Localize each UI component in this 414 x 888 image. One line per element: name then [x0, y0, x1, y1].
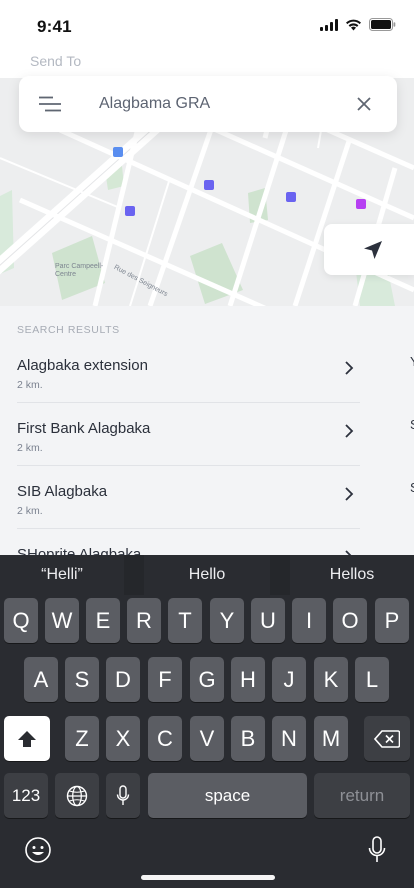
navigation-arrow-icon	[364, 241, 382, 259]
backspace-icon	[374, 729, 400, 748]
key-x[interactable]: X	[106, 716, 140, 761]
key-z[interactable]: Z	[65, 716, 99, 761]
search-bar	[19, 76, 397, 132]
map-marker[interactable]	[113, 147, 123, 157]
park-label: Parc Campeell- Centre	[55, 263, 104, 278]
map-marker[interactable]	[204, 180, 214, 190]
list-item[interactable]: SHoprite Alagbaka	[17, 529, 360, 555]
result-name: First Bank Alagbaka	[17, 420, 151, 437]
status-icons	[320, 18, 396, 31]
key-c[interactable]: C	[148, 716, 182, 761]
suggestion-item[interactable]: Hellos	[290, 555, 414, 595]
suggestion-item[interactable]: Hello	[144, 555, 270, 595]
chevron-right-icon	[345, 487, 354, 501]
key-i[interactable]: I	[292, 598, 326, 643]
list-item[interactable]: Alagbaka extension 2 km.	[17, 340, 360, 403]
key-u[interactable]: U	[251, 598, 285, 643]
map-marker[interactable]	[286, 192, 296, 202]
result-name: SIB Alagbaka	[17, 483, 108, 500]
emoji-icon[interactable]	[24, 836, 52, 864]
next-column-peek: S	[410, 480, 414, 495]
status-bar: 9:41	[0, 0, 414, 52]
next-column-peek: Y	[410, 354, 414, 369]
key-p[interactable]: P	[375, 598, 409, 643]
navigate-button[interactable]	[324, 224, 414, 275]
list-item[interactable]: SIB Alagbaka 2 km.	[17, 466, 360, 529]
wifi-icon	[346, 19, 361, 30]
menu-icon[interactable]	[39, 96, 61, 112]
space-key[interactable]: space	[148, 773, 307, 818]
globe-key[interactable]	[55, 773, 99, 818]
map-marker[interactable]	[125, 206, 135, 216]
key-w[interactable]: W	[45, 598, 79, 643]
key-s[interactable]: S	[65, 657, 99, 702]
key-m[interactable]: M	[314, 716, 348, 761]
suggestion-divider	[124, 555, 144, 595]
chevron-right-icon	[345, 424, 354, 438]
key-a[interactable]: A	[24, 657, 58, 702]
result-name: SHoprite Alagbaka	[17, 546, 142, 555]
key-y[interactable]: Y	[210, 598, 244, 643]
list-item[interactable]: First Bank Alagbaka 2 km.	[17, 403, 360, 466]
battery-icon	[369, 18, 396, 31]
microphone-icon[interactable]	[368, 836, 386, 864]
search-results-panel: SEARCH RESULTS Alagbaka extension 2 km. …	[0, 306, 414, 555]
shift-key[interactable]	[4, 716, 50, 761]
result-name: Alagbaka extension	[17, 357, 148, 374]
key-j[interactable]: J	[272, 657, 306, 702]
result-distance: 2 km.	[17, 379, 43, 391]
key-f[interactable]: F	[148, 657, 182, 702]
key-d[interactable]: D	[106, 657, 140, 702]
suggestion-divider	[270, 555, 290, 595]
keyboard: “Helli” Hello Hellos Q W E R T Y U I O P…	[0, 555, 414, 888]
suggestion-item[interactable]: “Helli”	[0, 555, 124, 595]
next-column-peek: S	[410, 417, 414, 432]
key-k[interactable]: K	[314, 657, 348, 702]
key-q[interactable]: Q	[4, 598, 38, 643]
key-l[interactable]: L	[355, 657, 389, 702]
return-key[interactable]: return	[314, 773, 410, 818]
backspace-key[interactable]	[364, 716, 410, 761]
key-e[interactable]: E	[86, 598, 120, 643]
dictation-key[interactable]	[106, 773, 140, 818]
key-r[interactable]: R	[127, 598, 161, 643]
search-input[interactable]	[99, 93, 339, 115]
key-t[interactable]: T	[168, 598, 202, 643]
key-o[interactable]: O	[333, 598, 367, 643]
key-n[interactable]: N	[272, 716, 306, 761]
key-h[interactable]: H	[231, 657, 265, 702]
close-icon[interactable]	[355, 95, 373, 113]
chevron-right-icon	[345, 361, 354, 375]
home-indicator	[141, 875, 275, 880]
numbers-key[interactable]: 123	[4, 773, 48, 818]
key-v[interactable]: V	[190, 716, 224, 761]
send-to-label: Send To	[30, 53, 82, 69]
microphone-icon	[116, 784, 130, 805]
shift-icon	[18, 730, 36, 747]
result-distance: 2 km.	[17, 442, 43, 454]
key-b[interactable]: B	[231, 716, 265, 761]
status-time: 9:41	[37, 17, 72, 36]
key-g[interactable]: G	[190, 657, 224, 702]
result-distance: 2 km.	[17, 505, 43, 517]
map-marker[interactable]	[356, 199, 366, 209]
search-results-header: SEARCH RESULTS	[17, 324, 120, 336]
suggestion-bar: “Helli” Hello Hellos	[0, 555, 414, 595]
signal-icon	[320, 18, 338, 31]
globe-icon	[66, 785, 88, 806]
